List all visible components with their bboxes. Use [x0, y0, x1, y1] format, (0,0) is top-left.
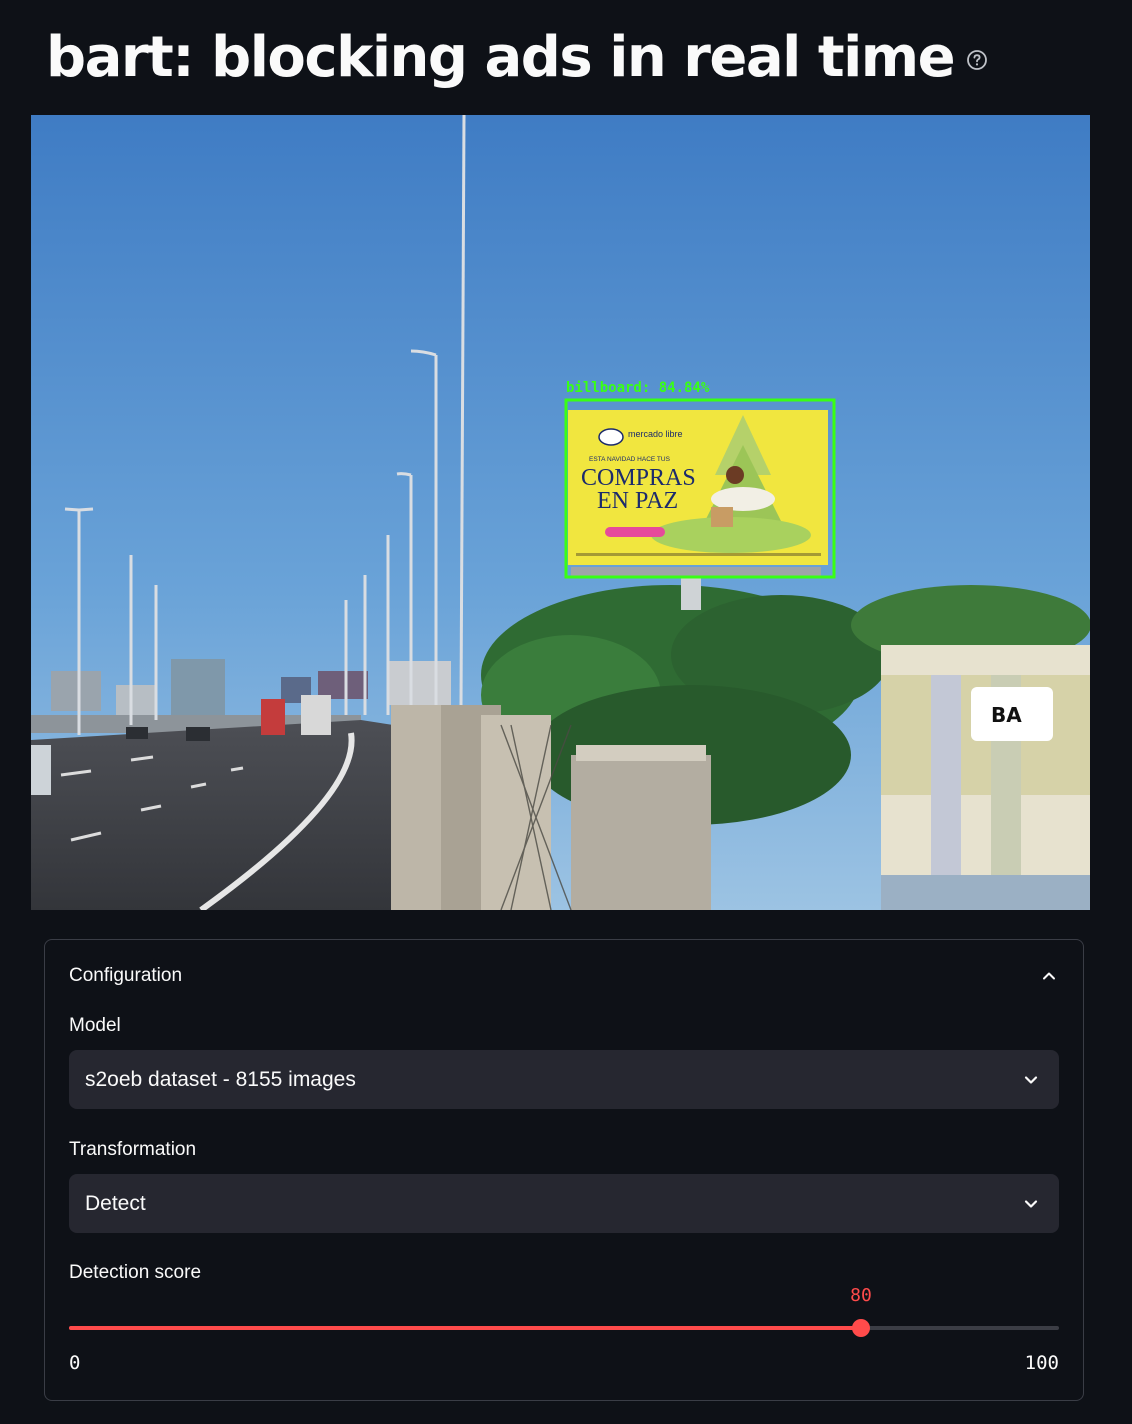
transformation-select-value: Detect: [85, 1191, 146, 1215]
slider-max-label: 100: [1024, 1352, 1059, 1374]
detection-score-label: Detection score: [69, 1262, 202, 1283]
billboard-brand: mercado libre: [628, 429, 683, 439]
slider-current-value: 80: [850, 1285, 872, 1306]
configuration-title: Configuration: [69, 965, 183, 986]
model-select-value: s2oeb dataset - 8155 images: [85, 1067, 356, 1091]
chevron-down-icon: [1021, 1070, 1041, 1090]
building: BA: [881, 645, 1090, 910]
transformation-select[interactable]: Detect: [69, 1174, 1059, 1233]
building-sign-text: BA: [991, 703, 1022, 727]
configuration-expander: Configuration Model s2oeb dataset - 8155…: [44, 939, 1084, 1401]
slider-thumb[interactable]: [852, 1319, 870, 1337]
detection-label: billboard: 84.84%: [566, 380, 710, 396]
detection-score-slider[interactable]: 80 0 100: [69, 1285, 1059, 1375]
transformation-label: Transformation: [69, 1139, 197, 1160]
billboard-ad: mercado libre ESTA NAVIDAD HACE TUS COMP…: [568, 410, 828, 565]
configuration-header[interactable]: Configuration: [69, 962, 1059, 990]
billboard-headline-2: EN PAZ: [597, 488, 678, 514]
model-label: Model: [69, 1015, 121, 1036]
detection-result-image: BA mercado libre ESTA NAVIDAD HACE TUS C…: [31, 115, 1090, 910]
title-row: bart: blocking ads in real time: [46, 22, 988, 94]
slider-min-label: 0: [69, 1352, 81, 1374]
model-select[interactable]: s2oeb dataset - 8155 images: [69, 1050, 1059, 1109]
chevron-up-icon[interactable]: [1039, 966, 1059, 986]
question-circle-icon[interactable]: [966, 49, 988, 71]
chevron-down-icon: [1021, 1194, 1041, 1214]
page-title: bart: blocking ads in real time: [46, 25, 956, 90]
slider-track-fill: [69, 1326, 861, 1330]
billboard-tagline: ESTA NAVIDAD HACE TUS: [589, 456, 671, 463]
